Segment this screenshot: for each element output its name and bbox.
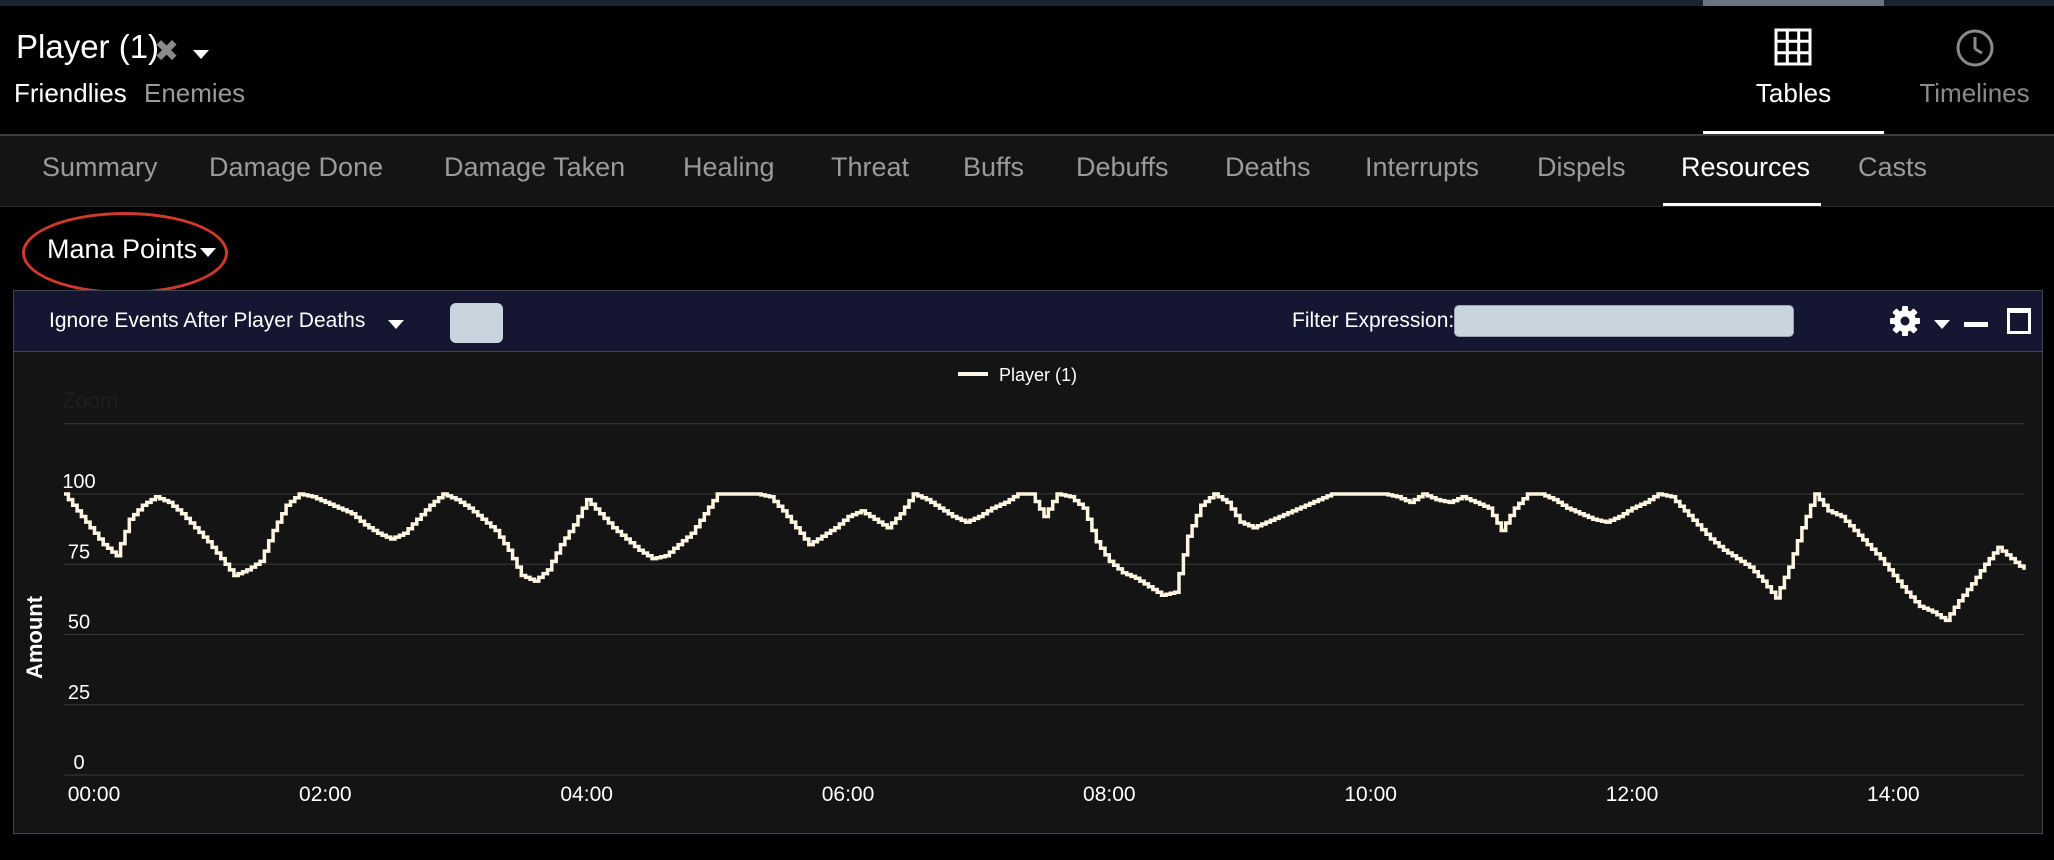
tab-damage-done[interactable]: Damage Done	[209, 152, 383, 183]
resource-chart-panel: Ignore Events After Player Deaths Filter…	[13, 290, 2043, 834]
maximize-icon[interactable]	[2007, 308, 2031, 334]
chevron-down-icon[interactable]	[1934, 320, 1950, 329]
grid-icon	[1774, 28, 1812, 71]
series-line-player-1	[64, 492, 2026, 623]
y-tick-label: 100	[62, 471, 95, 493]
tab-buffs[interactable]: Buffs	[963, 152, 1024, 183]
chart-toolbar: Ignore Events After Player Deaths Filter…	[14, 291, 2042, 352]
zoom-label: Zoom	[62, 388, 118, 413]
ignore-deaths-toggle[interactable]	[450, 303, 503, 343]
legend-label: Player (1)	[999, 365, 1077, 385]
y-tick-label: 0	[73, 752, 84, 774]
filter-expression-input[interactable]	[1454, 305, 1794, 337]
active-tab-indicator	[1663, 203, 1821, 206]
x-tick-label: 06:00	[822, 783, 875, 806]
minimize-icon[interactable]	[1964, 322, 1988, 327]
resource-chart: 0 25 50 75 100 00:00 02:00 04:00 06:00 08:00 10:00…	[22, 365, 2026, 806]
close-icon[interactable]: ✖	[154, 34, 179, 69]
x-tick-label: 08:00	[1083, 783, 1136, 806]
tab-timelines[interactable]: Timelines	[1884, 6, 2054, 134]
subtab-enemies[interactable]: Enemies	[144, 78, 245, 109]
x-tick-label: 00:00	[68, 783, 121, 806]
tab-threat[interactable]: Threat	[831, 152, 909, 183]
x-tick-label: 14:00	[1867, 783, 1920, 806]
y-axis-label: Amount	[22, 595, 47, 679]
gear-icon[interactable]	[1889, 305, 1921, 342]
x-tick-label: 04:00	[560, 783, 613, 806]
y-tick-label: 75	[68, 541, 90, 563]
y-tick-label: 50	[68, 612, 90, 634]
tab-deaths[interactable]: Deaths	[1225, 152, 1311, 183]
chevron-down-icon[interactable]	[200, 248, 216, 257]
subtab-friendlies[interactable]: Friendlies	[14, 78, 127, 109]
section-tabs: Summary Damage Done Damage Taken Healing…	[0, 136, 2054, 207]
x-tick-label: 12:00	[1606, 783, 1659, 806]
filter-expression-label: Filter Expression:	[1292, 309, 1455, 332]
y-tick-label: 25	[68, 682, 90, 704]
header-bar: Player (1) ✖ Friendlies Enemies Tables T…	[0, 6, 2054, 136]
tab-summary[interactable]: Summary	[42, 152, 158, 183]
resource-type-dropdown[interactable]: Mana Points	[47, 234, 197, 265]
tab-tables-label: Tables	[1755, 78, 1832, 108]
tab-dispels[interactable]: Dispels	[1537, 152, 1626, 183]
tab-interrupts[interactable]: Interrupts	[1365, 152, 1479, 183]
tab-timelines-label: Timelines	[1919, 78, 2030, 108]
ignore-deaths-dropdown[interactable]: Ignore Events After Player Deaths	[49, 309, 365, 333]
x-tick-label: 10:00	[1344, 783, 1397, 806]
clock-icon	[1955, 28, 1995, 73]
tab-damage-taken[interactable]: Damage Taken	[444, 152, 625, 183]
tab-tables[interactable]: Tables	[1703, 6, 1884, 134]
chevron-down-icon[interactable]	[388, 320, 404, 329]
tab-healing[interactable]: Healing	[683, 152, 775, 183]
chevron-down-icon[interactable]	[193, 50, 209, 59]
player-title[interactable]: Player (1)	[16, 28, 159, 66]
x-tick-label: 02:00	[299, 783, 352, 806]
tab-debuffs[interactable]: Debuffs	[1076, 152, 1169, 183]
tab-casts[interactable]: Casts	[1858, 152, 1927, 183]
tab-resources[interactable]: Resources	[1681, 152, 1810, 183]
